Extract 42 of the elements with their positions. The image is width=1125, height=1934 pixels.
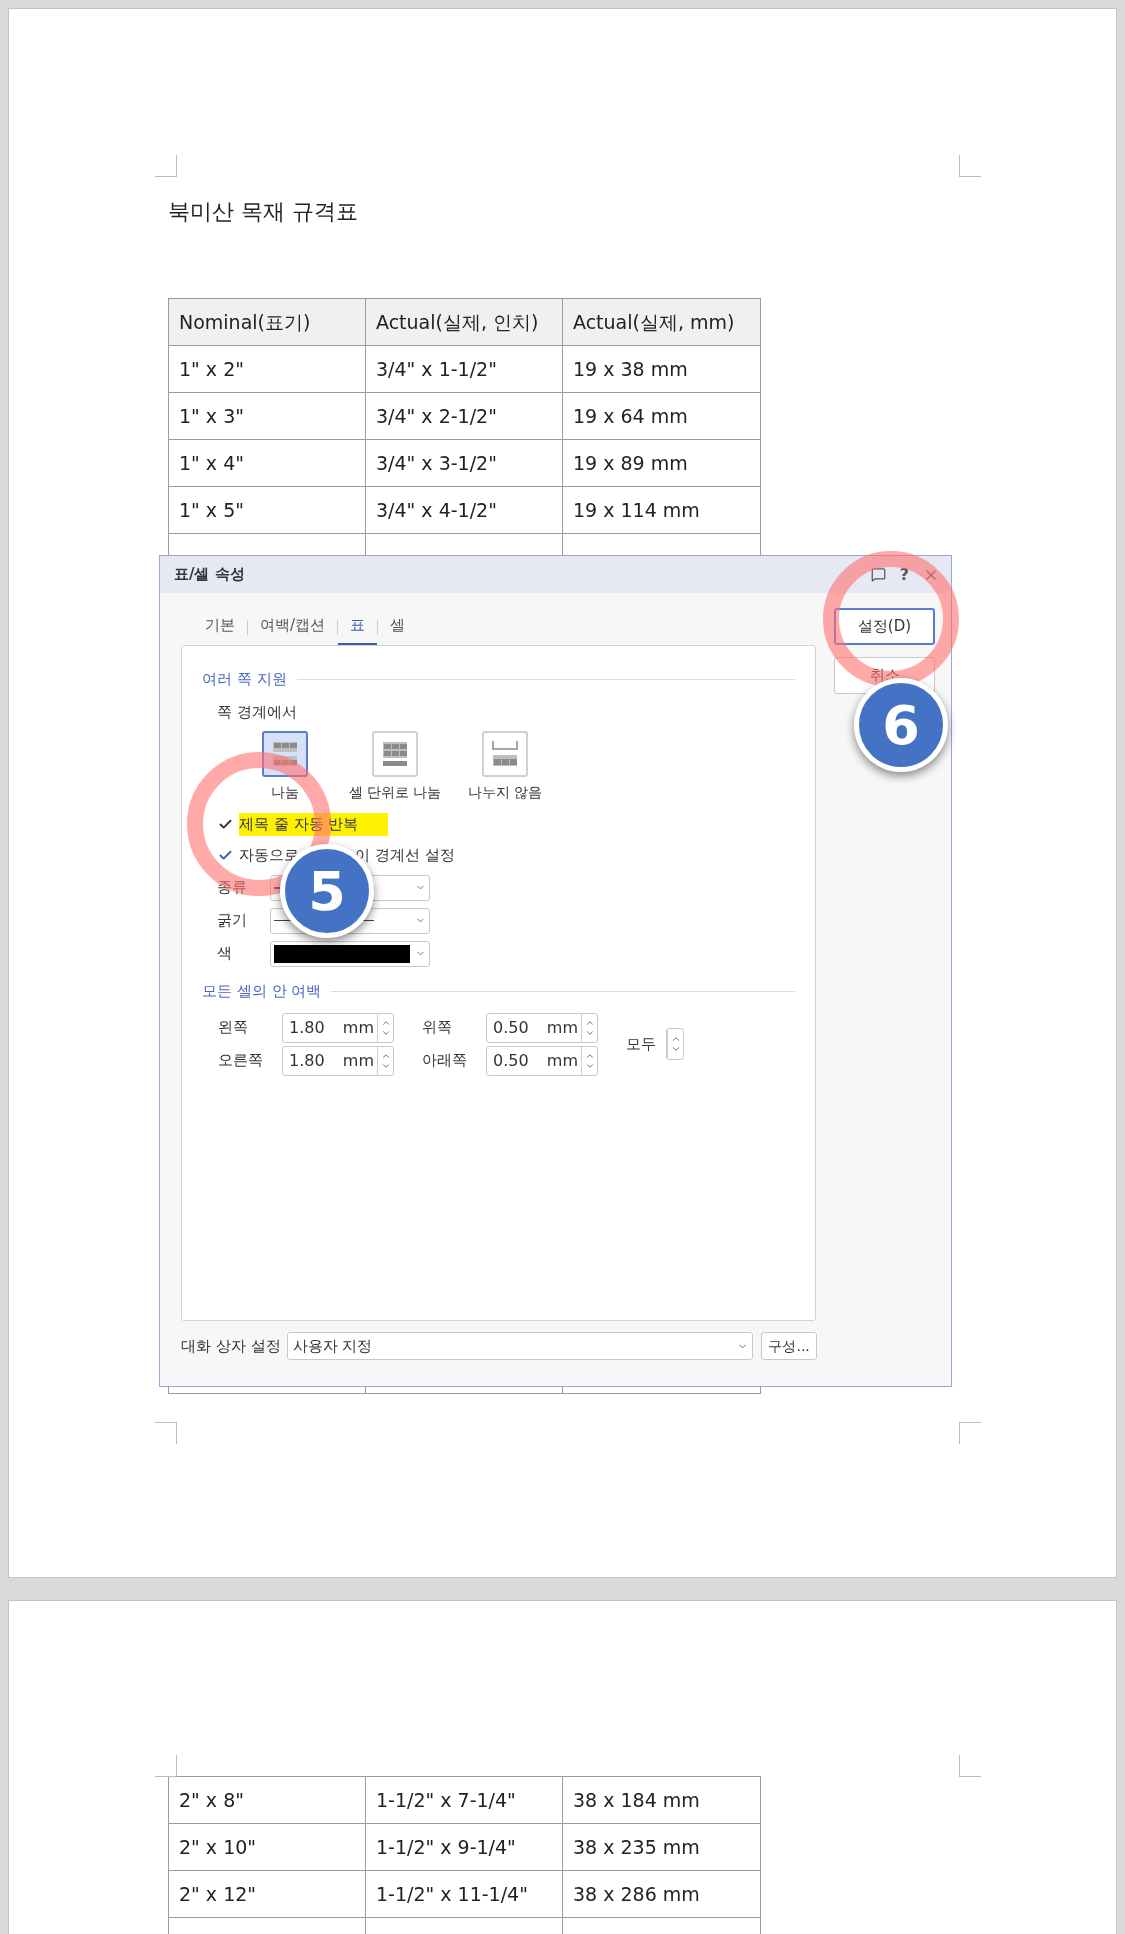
option-label: 셀 단위로 나눔 bbox=[348, 783, 442, 802]
table-cell-text: 2" x 8" bbox=[179, 1787, 244, 1813]
section-heading: 여러 쪽 지원 bbox=[202, 669, 287, 690]
table-cell-text: 3/4" x 4-1/2" bbox=[376, 497, 497, 523]
field-label: 색 bbox=[216, 943, 233, 965]
field-label: 왼쪽 bbox=[218, 1017, 249, 1039]
field-label: 대화 상자 설정 bbox=[181, 1335, 281, 1357]
option-label: 나누지 않음 bbox=[467, 783, 543, 802]
table-cell-text: 1" x 4" bbox=[179, 450, 244, 476]
table-cell-text: 1" x 5" bbox=[179, 497, 244, 523]
column-header: Actual(실제, mm) bbox=[573, 309, 735, 335]
checkbox-label: 제목 줄 자동 반복 bbox=[239, 813, 389, 836]
table-cell-text: 19 x 114 mm bbox=[573, 497, 700, 523]
table-cell-text: 19 x 38 mm bbox=[573, 356, 688, 382]
checkbox-label: 자동으로 bbox=[239, 845, 299, 867]
option-label: 나눔 bbox=[271, 783, 299, 802]
document-title: 북미산 목재 규격표 bbox=[168, 198, 359, 226]
section-heading: 모든 셀의 안 여백 bbox=[202, 981, 322, 1002]
table-cell-text: 3/4" x 2-1/2" bbox=[376, 403, 497, 429]
table-cell-text: 2" x 10" bbox=[179, 1834, 257, 1860]
table-cell-text: 3/4" x 1-1/2" bbox=[376, 356, 497, 382]
field-label: 모두 bbox=[626, 1033, 656, 1055]
table-cell-text: 38 x 286 mm bbox=[573, 1881, 700, 1907]
table-cell-text: 1-1/2" x 9-1/4" bbox=[376, 1834, 516, 1860]
column-header: Nominal(표기) bbox=[179, 309, 311, 335]
field-label: 굵기 bbox=[216, 910, 248, 932]
table-cell-text: 3/4" x 3-1/2" bbox=[376, 450, 497, 476]
table-cell-text: 1-1/2" x 11-1/4" bbox=[376, 1881, 528, 1907]
column-header: Actual(실제, 인치) bbox=[376, 309, 539, 335]
table-cell-text: 2" x 12" bbox=[179, 1881, 257, 1907]
table-cell-text: 38 x 184 mm bbox=[573, 1787, 700, 1813]
table-cell-text: 1" x 2" bbox=[179, 356, 244, 382]
field-label: 오른쪽 bbox=[218, 1050, 264, 1072]
table-cell-text: 19 x 64 mm bbox=[573, 403, 688, 429]
field-label: 위쪽 bbox=[422, 1017, 453, 1039]
dialog-title: 표/셀 속성 bbox=[174, 564, 246, 586]
field-label: 아래쪽 bbox=[422, 1050, 468, 1072]
table-cell-text: 1" x 3" bbox=[179, 403, 244, 429]
subheading: 쪽 경계에서 bbox=[216, 701, 298, 723]
table-cell-text: 1-1/2" x 7-1/4" bbox=[376, 1787, 516, 1813]
table-cell-text: 19 x 89 mm bbox=[573, 450, 688, 476]
table-cell-text: 38 x 235 mm bbox=[573, 1834, 700, 1860]
